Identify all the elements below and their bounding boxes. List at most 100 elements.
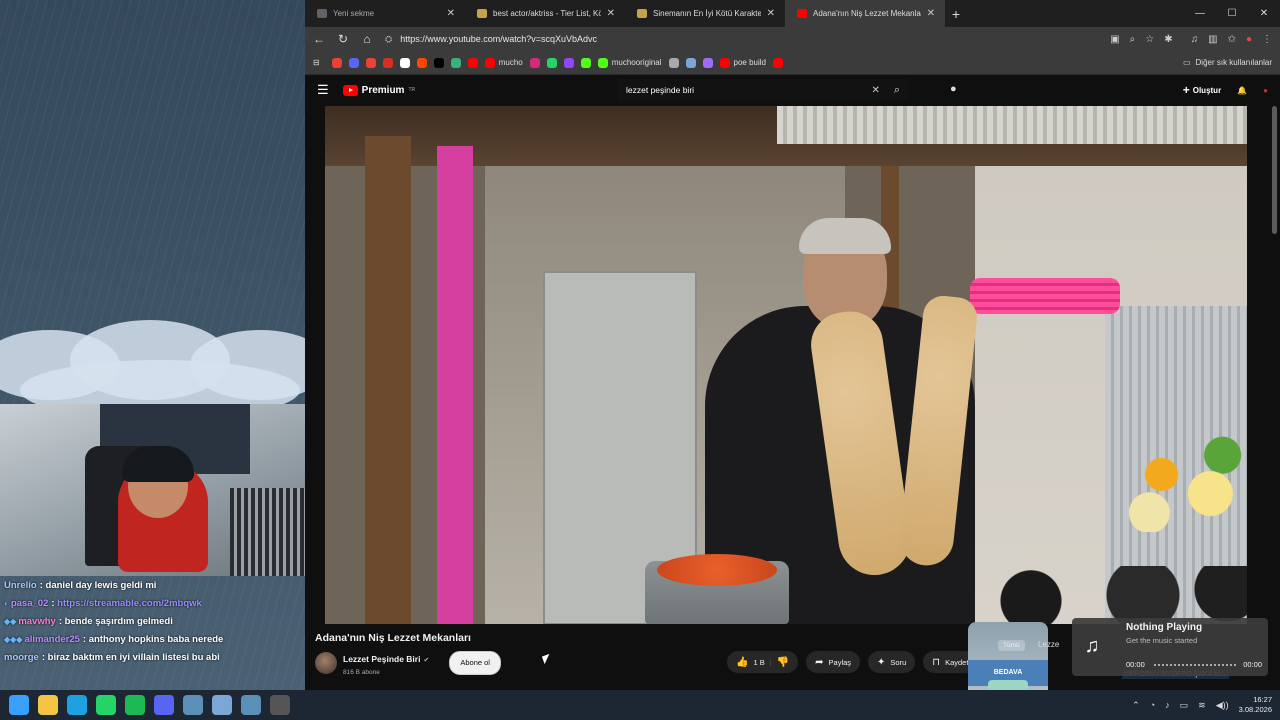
bookmark-item[interactable] <box>668 57 679 68</box>
bookmark-item[interactable] <box>685 57 696 68</box>
media-icon[interactable]: ♫ <box>1191 34 1199 45</box>
wifi-icon[interactable]: ≋ <box>1198 700 1206 711</box>
tab-villain-poll[interactable]: Sinemanın En İyi Kötü Karakteri Kim? ✕ <box>625 0 785 27</box>
tray-app-icon[interactable]: ◔ <box>1150 700 1155 710</box>
plus-icon: + <box>1182 83 1190 97</box>
microphone-icon[interactable]: ● <box>950 83 957 95</box>
bookmark-item[interactable] <box>365 57 376 68</box>
search-icon[interactable]: ⌕ <box>894 84 900 97</box>
ask-button[interactable]: ✦ Soru <box>868 651 916 673</box>
tab-youtube-video[interactable]: Adana'nın Niş Lezzet Mekanları - YouTube… <box>785 0 945 27</box>
close-tab-icon[interactable]: ✕ <box>927 8 935 19</box>
bookmark-item[interactable] <box>450 57 461 68</box>
tab-new-tab[interactable]: Yeni sekme ✕ <box>305 0 465 27</box>
tab-tier-list[interactable]: best actor/aktriss - Tier List, Kör Sıra… <box>465 0 625 27</box>
lock-icon[interactable]: ⛭ <box>385 34 392 45</box>
video-actions: 👍 1 B | 👎 ➦ Paylaş ✦ Soru ⊓ Kaydet <box>727 651 978 673</box>
account-avatar-icon[interactable]: ● <box>1263 86 1268 95</box>
spotify-icon[interactable] <box>125 695 145 715</box>
bookmark-label: muchooriginal <box>611 58 662 67</box>
maximize-icon[interactable]: ☐ <box>1216 0 1248 27</box>
profile-avatar-icon[interactable]: ● <box>1246 34 1252 45</box>
network-icon[interactable]: ▭ <box>1180 700 1189 711</box>
minimize-icon[interactable]: — <box>1184 0 1216 27</box>
recorder-icon[interactable] <box>270 695 290 715</box>
bookmark-item[interactable]: poe build <box>719 57 766 68</box>
sparkle-icon: ✦ <box>877 656 886 668</box>
bookmark-item[interactable] <box>331 57 342 68</box>
bookmark-item[interactable] <box>382 57 393 68</box>
file-explorer-icon[interactable] <box>38 695 58 715</box>
chat-badge-icon: ◆◆◆ <box>4 635 23 644</box>
close-window-icon[interactable]: ✕ <box>1248 0 1280 27</box>
edge-icon[interactable] <box>67 695 87 715</box>
sidebar-icon[interactable]: ▥ <box>1208 34 1217 45</box>
bookmark-item[interactable] <box>399 57 410 68</box>
home-icon[interactable]: ⌂ <box>361 32 373 46</box>
more-menu-icon[interactable]: ⋮ <box>1262 34 1272 45</box>
create-button[interactable]: + Oluştur <box>1183 83 1221 97</box>
chat-message: Unrelio: daniel day lewis geldi mi <box>0 577 305 595</box>
bookmark-item[interactable] <box>546 57 557 68</box>
search-input[interactable]: lezzet peşinde biri <box>626 85 871 95</box>
zoom-icon[interactable]: ⌕ <box>1130 34 1136 45</box>
clock[interactable]: 16:27 3.08.2026 <box>1239 695 1272 715</box>
tray-chevron-icon[interactable]: ⌃ <box>1132 700 1140 711</box>
like-button[interactable]: 👍 1 B | 👎 <box>727 651 799 673</box>
windows-icon[interactable] <box>9 695 29 715</box>
streamer-hair <box>122 446 194 482</box>
bookmark-toggle-icon[interactable]: ⊟ <box>313 58 320 67</box>
track-time-start: 00:00 <box>1126 660 1145 669</box>
now-playing-subtitle: Get the music started <box>1126 636 1198 645</box>
url-field[interactable]: ⛭ https://www.youtube.com/watch?v=scqXuV… <box>385 30 1098 48</box>
channel-avatar[interactable] <box>315 651 337 674</box>
bookmark-item[interactable] <box>416 57 427 68</box>
bookmark-item[interactable] <box>773 57 784 68</box>
reload-icon[interactable]: ↻ <box>337 32 349 46</box>
discord-icon[interactable] <box>154 695 174 715</box>
tab-favicon-icon <box>637 9 647 18</box>
steam2-icon[interactable] <box>241 695 261 715</box>
clear-search-icon[interactable]: ✕ <box>871 85 879 96</box>
tray-mic-icon[interactable]: ♪ <box>1165 700 1170 710</box>
bookmark-item[interactable] <box>702 57 713 68</box>
tab-strip: Yeni sekme ✕ best actor/aktriss - Tier L… <box>305 0 1280 27</box>
whatsapp-icon[interactable] <box>96 695 116 715</box>
channel-name[interactable]: Lezzet Peşinde Biri <box>343 654 420 664</box>
bookmark-item[interactable] <box>467 57 478 68</box>
bookmarks-bar: ⊟ mucho muchooriginal poe build ▭ Diğer sı… <box>305 51 1280 75</box>
close-tab-icon[interactable]: ✕ <box>447 8 455 19</box>
bookmark-favicon-icon <box>365 57 376 68</box>
new-tab-button[interactable]: + <box>945 0 967 27</box>
bookmark-item[interactable] <box>563 57 574 68</box>
back-icon[interactable]: ← <box>313 32 325 46</box>
steam-icon[interactable] <box>183 695 203 715</box>
page-scrollbar[interactable] <box>1272 106 1277 234</box>
video-player[interactable] <box>325 106 1247 624</box>
share-button[interactable]: ➦ Paylaş <box>806 651 861 673</box>
bookmark-item[interactable]: muchooriginal <box>597 57 662 68</box>
volume-icon[interactable]: ◀)) <box>1216 700 1229 711</box>
bookmark-favicon-icon <box>702 57 713 68</box>
extensions-icon[interactable]: ✱ <box>1164 34 1172 45</box>
chat-link[interactable]: https://streamable.com/2mbqwk <box>57 598 202 609</box>
bookmark-item[interactable] <box>529 57 540 68</box>
search-box[interactable]: lezzet peşinde biri ✕ ⌕ <box>618 79 908 101</box>
app-available-icon[interactable]: ▣ <box>1110 34 1119 45</box>
bookmark-item[interactable] <box>580 57 591 68</box>
bookmark-item[interactable] <box>348 57 359 68</box>
subscribe-button[interactable]: Abone ol <box>449 650 501 675</box>
notifications-bell-icon[interactable]: 🔔 <box>1237 86 1247 95</box>
other-bookmarks[interactable]: ▭ Diğer sık kullanılanlar <box>1183 58 1272 67</box>
close-tab-icon[interactable]: ✕ <box>607 8 615 19</box>
favorites-icon[interactable]: ✩ <box>1228 34 1236 45</box>
youtube-logo[interactable]: Premium TR <box>342 84 415 96</box>
track-progress <box>1154 664 1236 666</box>
settings-icon[interactable] <box>212 695 232 715</box>
thumbs-down-icon[interactable]: 👎 <box>777 657 789 668</box>
hamburger-menu-icon[interactable]: ☰ <box>317 82 329 98</box>
close-tab-icon[interactable]: ✕ <box>767 8 775 19</box>
bookmark-item[interactable] <box>433 57 444 68</box>
favorite-star-icon[interactable]: ☆ <box>1145 34 1154 45</box>
bookmark-item[interactable]: mucho <box>484 57 523 68</box>
